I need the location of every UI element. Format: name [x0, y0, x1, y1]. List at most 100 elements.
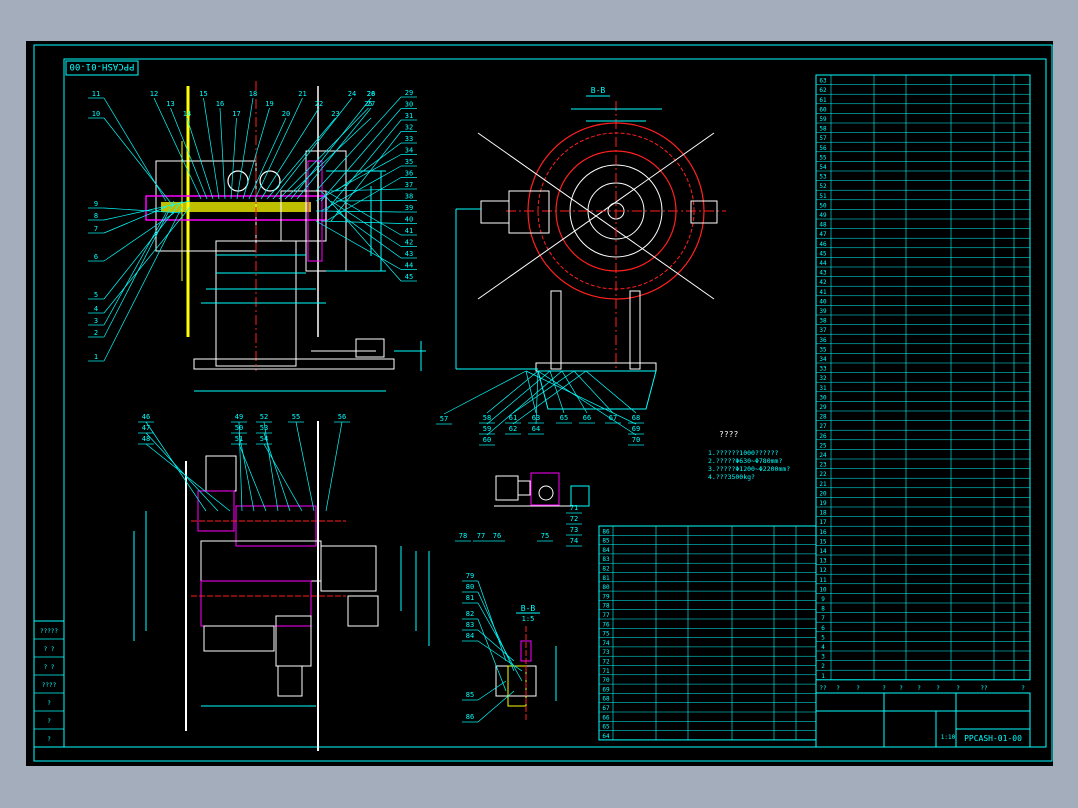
section-callouts: 79 80 81 82 83 84 85 86 — [466, 572, 474, 721]
callout-front-right: 44 — [405, 262, 413, 270]
parts-row-number: 84 — [602, 547, 610, 554]
callout-front-right: 32 — [405, 124, 413, 132]
callout-front-left: 11 — [92, 90, 100, 98]
parts-row-number: 2 — [821, 663, 825, 670]
callout-plan: 53 — [260, 424, 268, 432]
callout-side: 57 — [440, 415, 448, 423]
callout-front-top: 18 — [249, 90, 257, 98]
parts-row-number: 18 — [819, 510, 827, 517]
parts-row-number: 77 — [602, 612, 610, 619]
parts-row-number: 12 — [819, 567, 827, 574]
parts-row-number: 5 — [821, 634, 825, 641]
parts-row-number: 54 — [819, 164, 827, 171]
callout-front-left: 10 — [92, 110, 100, 118]
callout-front-top: 13 — [166, 100, 174, 108]
title-block: 1:10 PPCASH-01-00 — [815, 692, 1031, 748]
parts-row-number: 82 — [602, 566, 610, 573]
left-table-cell: ? — [47, 736, 51, 743]
parts-row-number: 51 — [819, 193, 827, 200]
section-leaders — [462, 580, 523, 723]
parts-row-number: 46 — [819, 241, 827, 248]
parts-row-number: 59 — [819, 116, 827, 123]
note-3: 3.?????Φ1200~Φ2200mm? — [708, 465, 790, 473]
parts-row-number: 44 — [819, 260, 827, 267]
parts-row-number: 48 — [819, 222, 827, 229]
parts-row-number: 79 — [602, 593, 610, 600]
parts-header-label: ? — [1021, 685, 1025, 692]
parts-row-number: 83 — [602, 556, 610, 563]
parts-row-number: 29 — [819, 404, 827, 411]
callout-front-left: 3 — [94, 317, 98, 325]
callout-front-top: 14 — [183, 110, 191, 118]
left-approval-table: ????? ? ? ? ???????? — [33, 620, 65, 748]
notes-title: ???? — [719, 430, 738, 439]
callout-front-right: 38 — [405, 193, 413, 201]
parts-row-number: 13 — [819, 558, 827, 565]
parts-row-number: 40 — [819, 298, 827, 305]
parts-row-number: 69 — [602, 686, 610, 693]
note-2: 2.?????Φ630~Φ780mm? — [708, 457, 782, 465]
callout-front-left: 1 — [94, 353, 98, 361]
callout-front-top: 19 — [265, 100, 273, 108]
callout-small: 77 — [477, 532, 485, 540]
parts-list-bottom: 86 85 84 83 82 81 80 79 78 77 76 75 74 73 72 71 70 69 68 67… — [598, 525, 817, 741]
callout-side: 65 — [560, 414, 568, 422]
parts-row-number: 10 — [819, 586, 827, 593]
parts-row-number: 34 — [819, 356, 827, 363]
parts-row-number: 72 — [602, 659, 610, 666]
parts-row-number: 81 — [602, 575, 610, 582]
callout-section: 86 — [466, 713, 474, 721]
parts-row-number: 58 — [819, 126, 827, 133]
parts-header-label: ? — [856, 685, 860, 692]
callout-side: 67 — [609, 414, 617, 422]
callout-front-top: 12 — [150, 90, 158, 98]
callout-side: 64 — [532, 425, 540, 433]
callout-front-right: 41 — [405, 227, 413, 235]
callout-section: 83 — [466, 621, 474, 629]
front-callouts: 1110987654321121314151617181920212223242… — [92, 89, 413, 361]
parts-row-number: 4 — [821, 644, 825, 651]
parts-row-number: 35 — [819, 346, 827, 353]
left-table-cell: ? — [47, 718, 51, 725]
section-label: B-B — [521, 604, 536, 613]
parts-row-number: 14 — [819, 548, 827, 555]
callout-front-right: 30 — [405, 101, 413, 109]
parts-header-label: ? — [882, 685, 886, 692]
parts-row-number: 85 — [602, 538, 610, 545]
parts-row-number: 80 — [602, 584, 610, 591]
callout-section: 79 — [466, 572, 474, 580]
parts-row-number: 32 — [819, 375, 827, 382]
callout-plan: 46 — [142, 413, 150, 421]
parts-row-number: 75 — [602, 631, 610, 638]
parts-row-number: 66 — [602, 714, 610, 721]
callout-small: 71 — [570, 504, 578, 512]
callout-front-left: 7 — [94, 225, 98, 233]
parts-row-number: 25 — [819, 442, 827, 449]
parts-row-number: 9 — [821, 596, 825, 603]
parts-row-number: 64 — [602, 733, 610, 740]
callout-section: 81 — [466, 594, 474, 602]
callout-front-left: 4 — [94, 305, 98, 313]
parts-row-number: 74 — [602, 640, 610, 647]
section-view: B-B 1:5 — [495, 604, 557, 721]
parts-row-number: 6 — [821, 625, 825, 632]
callout-side: 59 — [483, 425, 491, 433]
callout-front-top: 27 — [367, 100, 375, 108]
callout-front-left: 9 — [94, 200, 98, 208]
parts-row-number: 86 — [602, 528, 610, 535]
parts-row-number: 73 — [602, 649, 610, 656]
parts-header-label: ?? — [819, 685, 827, 692]
parts-row-number: 57 — [819, 135, 827, 142]
parts-row-number: 22 — [819, 471, 827, 478]
callout-front-top: 20 — [282, 110, 290, 118]
callout-front-top: 16 — [216, 100, 224, 108]
parts-row-number: 21 — [819, 481, 827, 488]
callout-plan: 54 — [260, 435, 268, 443]
callout-plan: 50 — [235, 424, 243, 432]
callout-front-right: 29 — [405, 89, 413, 97]
callout-front-right: 42 — [405, 239, 413, 247]
parts-row-number: 67 — [602, 705, 610, 712]
parts-row-number: 78 — [602, 603, 610, 610]
drawing-number-title: PPCASH-01-00 — [964, 734, 1022, 743]
callout-plan: 56 — [338, 413, 346, 421]
